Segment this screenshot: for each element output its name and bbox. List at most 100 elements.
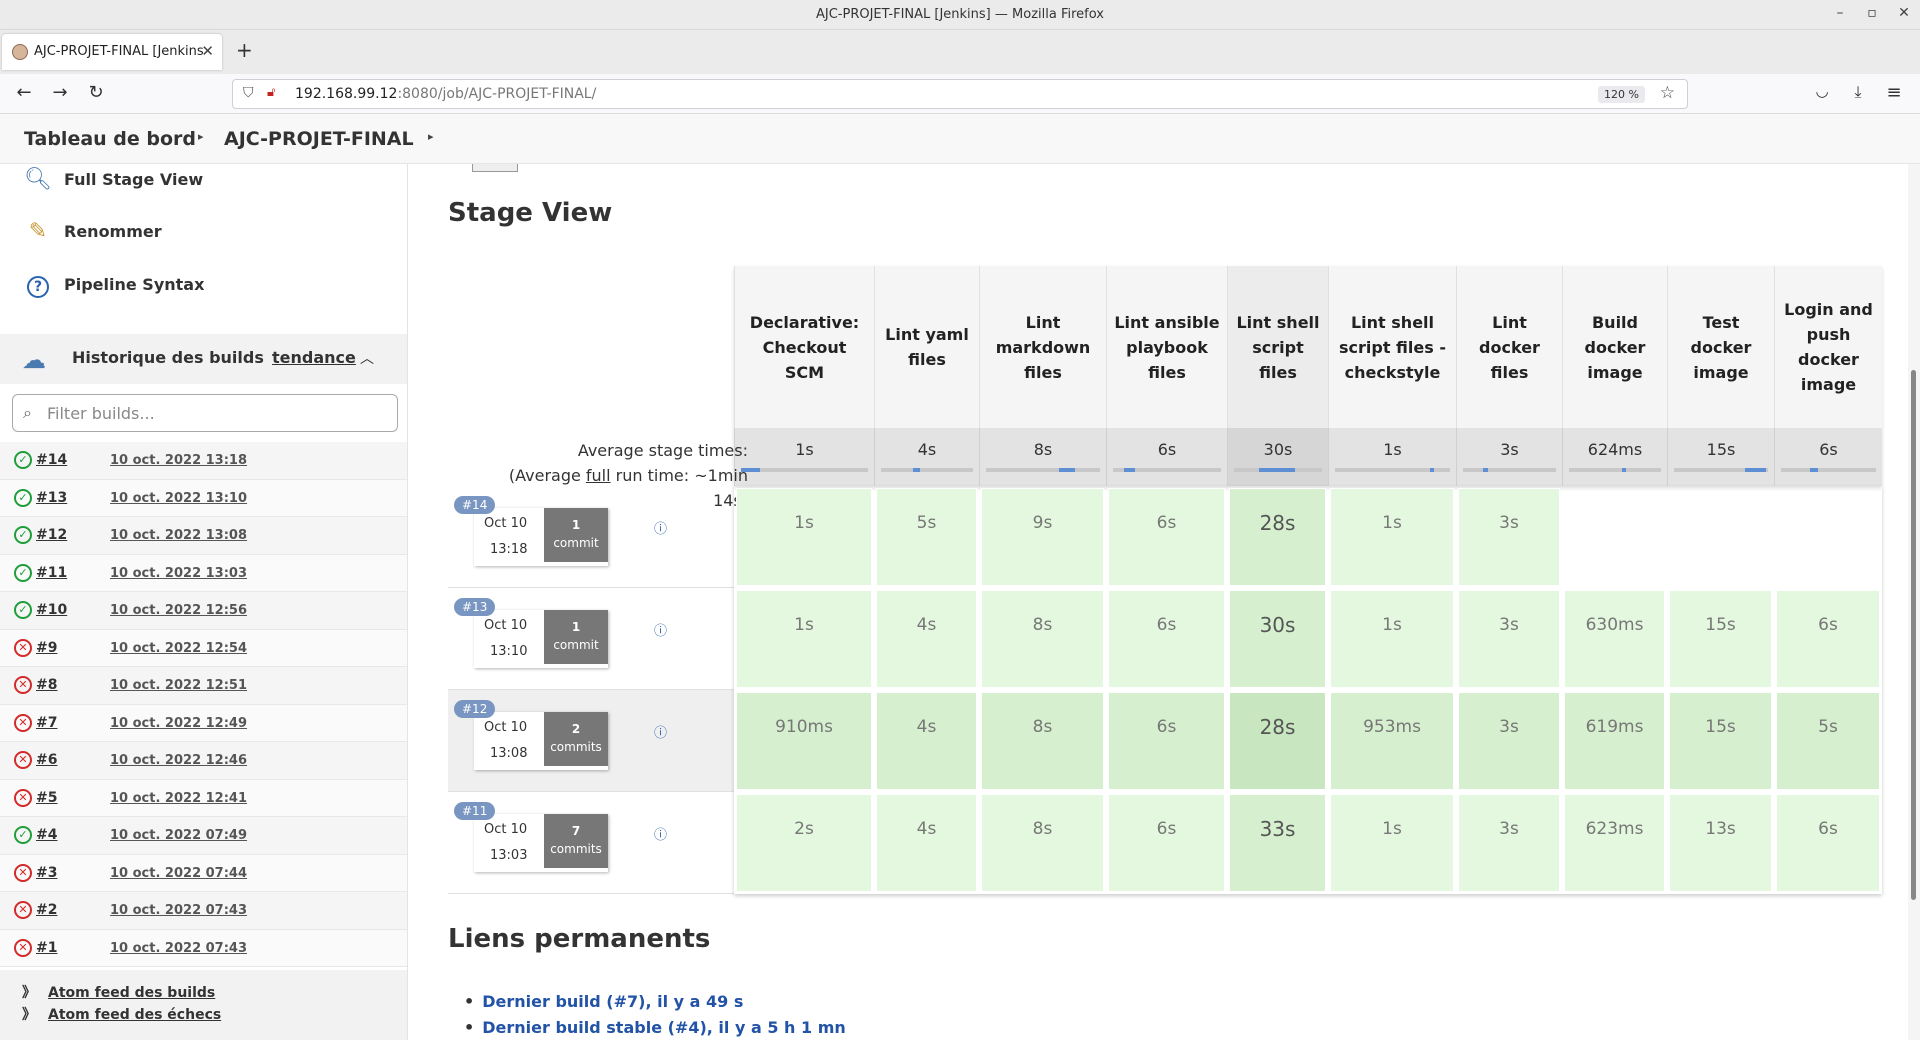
build-row[interactable]: ✕ #6 10 oct. 2022 12:46: [0, 742, 407, 780]
run-card[interactable]: Oct 10 13:03 7 commits: [474, 814, 608, 872]
stage-cell[interactable]: 1s: [736, 590, 872, 688]
run-tag[interactable]: #14: [454, 496, 496, 514]
stage-cell[interactable]: 1s: [1330, 488, 1454, 586]
build-row[interactable]: ✕ #2 10 oct. 2022 07:43: [0, 892, 407, 930]
build-row[interactable]: ✓ #13 10 oct. 2022 13:10: [0, 479, 407, 517]
build-date-link[interactable]: 10 oct. 2022 12:56: [110, 603, 247, 618]
close-tab-icon[interactable]: ✕: [201, 42, 214, 60]
build-row[interactable]: ✓ #4 10 oct. 2022 07:49: [0, 817, 407, 855]
stage-cell[interactable]: 8s: [981, 794, 1104, 892]
stage-cell[interactable]: 6s: [1776, 590, 1880, 688]
build-number-link[interactable]: #10: [36, 602, 67, 618]
stage-cell[interactable]: 4s: [876, 692, 977, 790]
stage-cell[interactable]: 6s: [1108, 794, 1225, 892]
build-number-link[interactable]: #13: [36, 490, 67, 506]
stage-cell[interactable]: 9s: [981, 488, 1104, 586]
stage-cell[interactable]: 5s: [876, 488, 977, 586]
stage-cell[interactable]: 33s: [1229, 794, 1326, 892]
zoom-level[interactable]: 120 %: [1598, 86, 1645, 103]
build-row[interactable]: ✕ #3 10 oct. 2022 07:44: [0, 854, 407, 892]
build-date-link[interactable]: 10 oct. 2022 13:10: [110, 491, 247, 506]
build-date-link[interactable]: 10 oct. 2022 07:49: [110, 828, 247, 843]
build-number-link[interactable]: #6: [36, 752, 57, 768]
stage-cell[interactable]: 4s: [876, 590, 977, 688]
stage-cell[interactable]: 953ms: [1330, 692, 1454, 790]
build-row[interactable]: ✕ #7 10 oct. 2022 12:49: [0, 704, 407, 742]
trend-link[interactable]: tendance: [272, 348, 356, 367]
stage-cell[interactable]: 910ms: [736, 692, 872, 790]
stage-cell[interactable]: 4s: [876, 794, 977, 892]
build-date-link[interactable]: 10 oct. 2022 12:54: [110, 641, 247, 656]
build-date-link[interactable]: 10 oct. 2022 12:46: [110, 753, 247, 768]
stage-cell[interactable]: 5s: [1776, 692, 1880, 790]
stage-cell[interactable]: 3s: [1458, 794, 1560, 892]
stage-cell[interactable]: 630ms: [1564, 590, 1665, 688]
build-row[interactable]: ✕ #8 10 oct. 2022 12:51: [0, 667, 407, 705]
task-rename[interactable]: ✎ Renommer: [24, 216, 384, 250]
commits-badge[interactable]: 1 commit: [544, 508, 608, 562]
build-number-link[interactable]: #8: [36, 677, 57, 693]
stage-cell[interactable]: 15s: [1669, 692, 1772, 790]
breadcrumb-menu-icon[interactable]: ▸: [428, 130, 434, 143]
stage-cell[interactable]: 6s: [1108, 590, 1225, 688]
build-date-link[interactable]: 10 oct. 2022 12:41: [110, 791, 247, 806]
info-icon[interactable]: ⓘ: [654, 824, 667, 843]
build-date-link[interactable]: 10 oct. 2022 13:08: [110, 528, 247, 543]
info-icon[interactable]: ⓘ: [654, 722, 667, 741]
commits-badge[interactable]: 7 commits: [544, 814, 608, 868]
stage-cell[interactable]: 1s: [1330, 794, 1454, 892]
stage-cell[interactable]: 28s: [1229, 488, 1326, 586]
build-date-link[interactable]: 10 oct. 2022 07:43: [110, 941, 247, 956]
breadcrumb-home[interactable]: Tableau de bord: [24, 128, 196, 150]
build-number-link[interactable]: #11: [36, 565, 67, 581]
stage-cell[interactable]: 8s: [981, 692, 1104, 790]
build-date-link[interactable]: 10 oct. 2022 12:51: [110, 678, 247, 693]
stage-cell[interactable]: 15s: [1669, 590, 1772, 688]
scrollbar-thumb[interactable]: [1911, 370, 1916, 900]
full-link[interactable]: full: [586, 466, 611, 485]
build-row[interactable]: ✓ #12 10 oct. 2022 13:08: [0, 517, 407, 555]
build-number-link[interactable]: #7: [36, 715, 57, 731]
run-card[interactable]: Oct 10 13:08 2 commits: [474, 712, 608, 770]
stage-cell[interactable]: 1s: [736, 488, 872, 586]
build-number-link[interactable]: #14: [36, 452, 67, 468]
build-date-link[interactable]: 10 oct. 2022 07:43: [110, 903, 247, 918]
build-number-link[interactable]: #2: [36, 902, 57, 918]
build-row[interactable]: ✕ #1 10 oct. 2022 07:43: [0, 929, 407, 967]
build-number-link[interactable]: #12: [36, 527, 67, 543]
browser-tab[interactable]: AJC-PROJET-FINAL [Jenkins ✕: [2, 34, 222, 70]
stage-cell[interactable]: 8s: [981, 590, 1104, 688]
reload-icon[interactable]: ↻: [84, 82, 108, 103]
commits-badge[interactable]: 1 commit: [544, 610, 608, 664]
shield-icon[interactable]: ⛉: [243, 85, 254, 101]
permalink-last-stable[interactable]: Dernier build stable (#4), il y a 5 h 1 …: [478, 1018, 846, 1037]
stage-cell[interactable]: 3s: [1458, 590, 1560, 688]
collapse-chevron-icon[interactable]: ︿: [360, 348, 374, 368]
close-window-icon[interactable]: ✕: [1894, 5, 1914, 21]
pocket-icon[interactable]: ◡: [1810, 82, 1834, 100]
filter-builds-field[interactable]: ⌕: [12, 394, 398, 432]
back-icon[interactable]: ←: [12, 82, 36, 103]
stage-cell[interactable]: 2s: [736, 794, 872, 892]
stage-cell[interactable]: 3s: [1458, 692, 1560, 790]
stage-cell[interactable]: 6s: [1108, 692, 1225, 790]
filter-builds-input[interactable]: [47, 401, 387, 425]
build-date-link[interactable]: 10 oct. 2022 12:49: [110, 716, 247, 731]
bookmark-star-icon[interactable]: ☆: [1660, 83, 1675, 103]
run-tag[interactable]: #13: [454, 598, 496, 616]
stage-cell[interactable]: 6s: [1776, 794, 1880, 892]
task-full-stage-view[interactable]: 🔍︎ Full Stage View: [24, 164, 384, 198]
task-pipeline-syntax[interactable]: ? Pipeline Syntax: [24, 269, 384, 303]
atom-feed-failures-link[interactable]: 》 Atom feed des échecs: [22, 1004, 221, 1024]
minimize-icon[interactable]: –: [1830, 5, 1850, 21]
run-card[interactable]: Oct 10 13:10 1 commit: [474, 610, 608, 668]
run-tag[interactable]: #12: [454, 700, 496, 718]
new-tab-icon[interactable]: +: [236, 38, 253, 62]
build-number-link[interactable]: #4: [36, 827, 57, 843]
run-tag[interactable]: #11: [454, 802, 496, 820]
address-bar[interactable]: ⛉ 🔓︎ 192.168.99.12:8080/job/AJC-PROJET-F…: [232, 79, 1688, 109]
build-row[interactable]: ✕ #5 10 oct. 2022 12:41: [0, 779, 407, 817]
commits-badge[interactable]: 2 commits: [544, 712, 608, 766]
info-icon[interactable]: ⓘ: [654, 518, 667, 537]
build-date-link[interactable]: 10 oct. 2022 13:18: [110, 453, 247, 468]
